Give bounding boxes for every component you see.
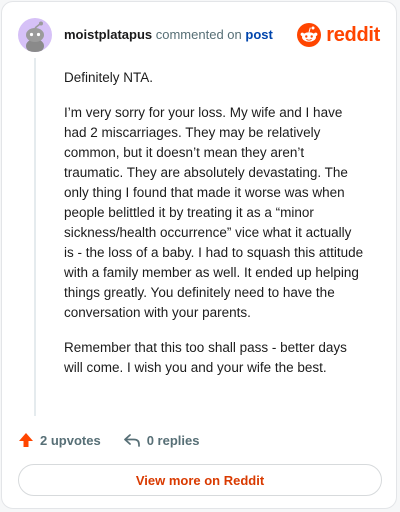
username[interactable]: moistplatapus — [64, 27, 152, 42]
comment-paragraph: Definitely NTA. — [64, 70, 154, 85]
avatar-snoo-icon — [26, 21, 44, 52]
comment-card: moistplatapus commented on post reddit D… — [1, 1, 397, 509]
byline: moistplatapus commented on post — [64, 27, 273, 42]
post-link[interactable]: post — [245, 27, 272, 42]
avatar[interactable] — [18, 18, 52, 52]
reddit-wordmark: reddit — [326, 23, 380, 46]
upvote-count: 2 upvotes — [40, 432, 101, 448]
upvote-button[interactable]: 2 upvotes — [18, 432, 101, 448]
reply-button[interactable]: 0 replies — [123, 432, 200, 448]
comment-body: Definitely NTA. I’m very sorry for your … — [64, 68, 364, 393]
view-more-button[interactable]: View more on Reddit — [18, 464, 382, 496]
reddit-logo[interactable]: reddit — [297, 21, 380, 49]
action-text: commented on — [155, 27, 242, 42]
upvote-arrow-icon — [19, 433, 33, 447]
comment-paragraph: I’m very sorry for your loss. My wife an… — [64, 105, 364, 320]
reply-count: 0 replies — [146, 432, 200, 448]
comment-header: moistplatapus commented on post reddit — [18, 18, 380, 52]
reddit-logo-icon — [297, 23, 322, 47]
thread-line — [34, 58, 36, 416]
comment-actions: 2 upvotes 0 replies — [18, 430, 199, 450]
comment-paragraph: Remember that this too shall pass - bett… — [64, 340, 347, 375]
reply-arrow-icon — [123, 434, 140, 447]
